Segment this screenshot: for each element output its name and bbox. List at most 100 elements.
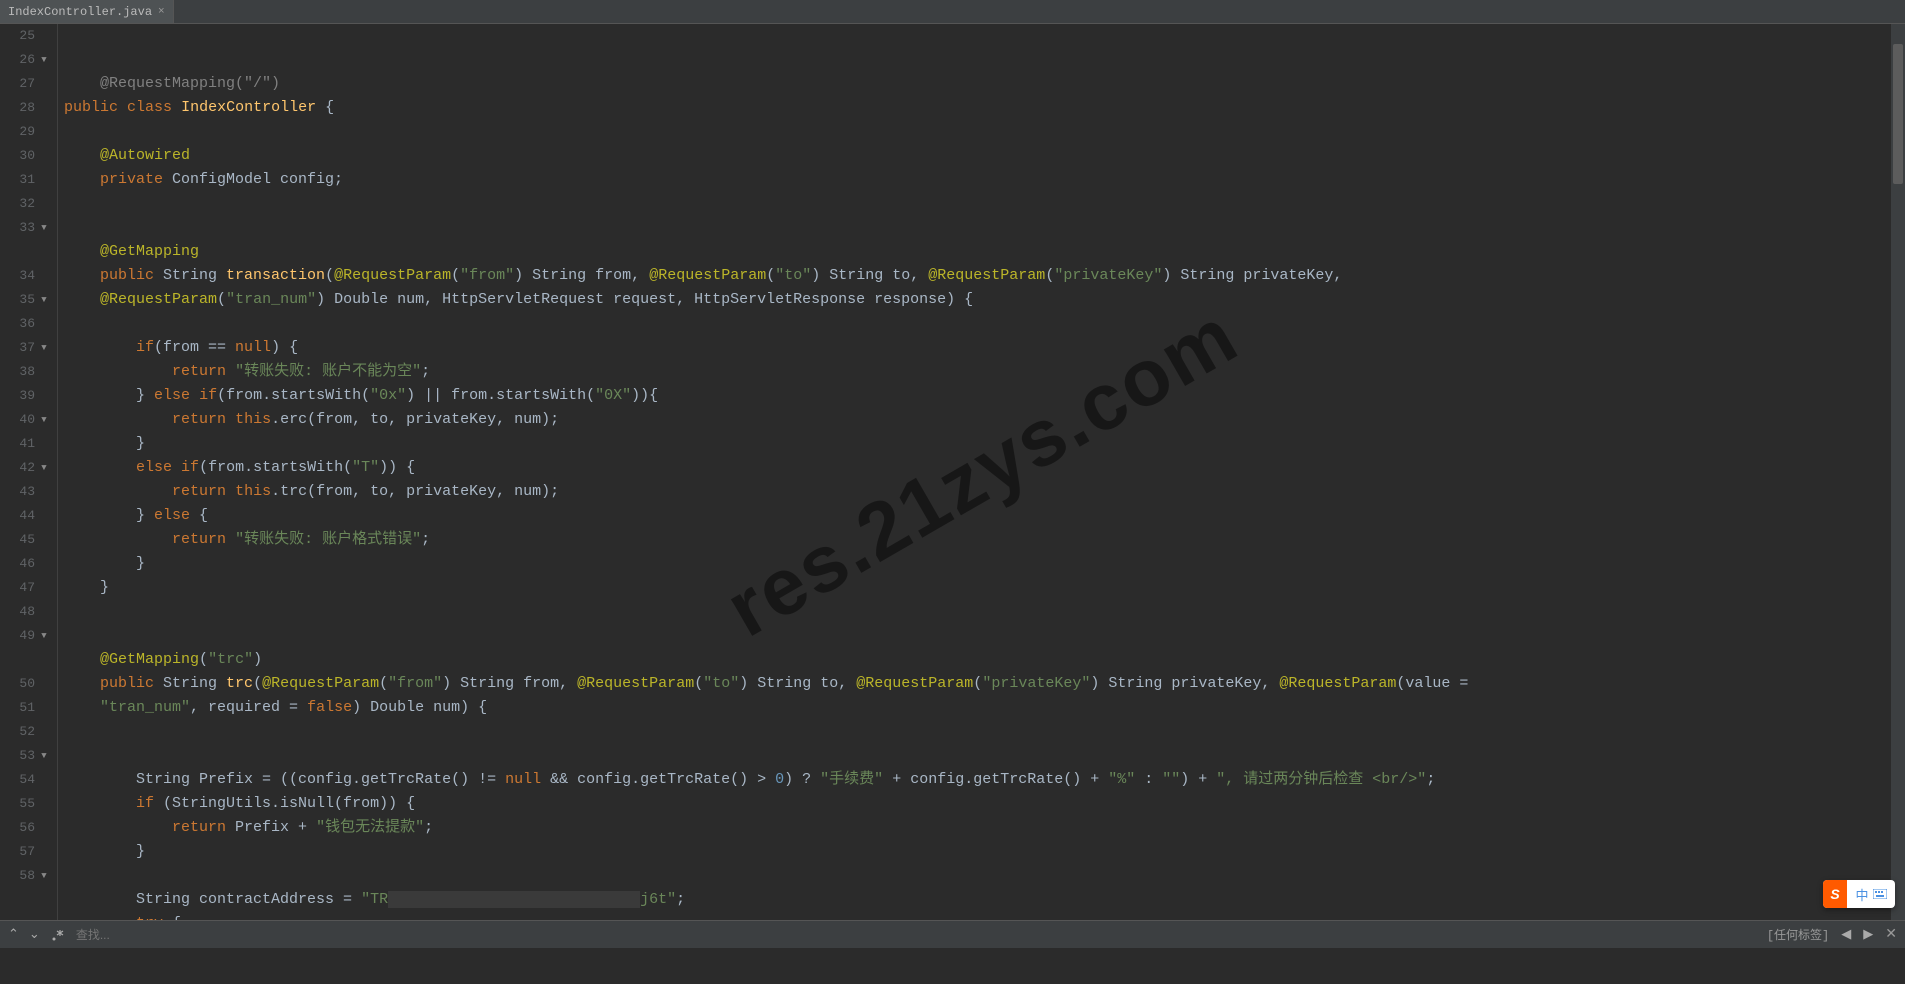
code-line[interactable]: [64, 744, 1905, 768]
code-line[interactable]: return "转账失败: 账户不能为空";: [64, 360, 1905, 384]
close-search-icon[interactable]: ✕: [1885, 926, 1897, 943]
code-line[interactable]: @RequestMapping("/"): [64, 72, 1905, 96]
line-number[interactable]: 30: [0, 144, 49, 168]
line-number[interactable]: 37▼: [0, 336, 49, 360]
line-number[interactable]: 44: [0, 504, 49, 528]
fold-icon[interactable]: ▼: [39, 864, 49, 888]
line-number[interactable]: 32: [0, 192, 49, 216]
line-number[interactable]: 58▼: [0, 864, 49, 888]
code-line[interactable]: public String trc(@RequestParam("from") …: [64, 672, 1905, 696]
line-number[interactable]: 38: [0, 360, 49, 384]
code-line[interactable]: }: [64, 840, 1905, 864]
code-line[interactable]: return this.erc(from, to, privateKey, nu…: [64, 408, 1905, 432]
code-line[interactable]: String Prefix = ((config.getTrcRate() !=…: [64, 768, 1905, 792]
file-tab[interactable]: IndexController.java ×: [0, 0, 174, 23]
code-line[interactable]: }: [64, 552, 1905, 576]
line-number[interactable]: 46: [0, 552, 49, 576]
line-number[interactable]: 31: [0, 168, 49, 192]
code-line[interactable]: @GetMapping("trc"): [64, 648, 1905, 672]
line-number[interactable]: 35▼: [0, 288, 49, 312]
line-number[interactable]: 47: [0, 576, 49, 600]
search-input[interactable]: [76, 928, 1757, 942]
line-number[interactable]: 43: [0, 480, 49, 504]
line-gutter[interactable]: 2526▼27282930313233▼3435▼3637▼383940▼414…: [0, 24, 58, 920]
code-line[interactable]: private ConfigModel config;: [64, 168, 1905, 192]
code-line[interactable]: [64, 312, 1905, 336]
code-line[interactable]: String contractAddress = "TRXXXXXXXXXXXX…: [64, 888, 1905, 912]
code-line[interactable]: [64, 120, 1905, 144]
code-line[interactable]: [64, 864, 1905, 888]
regex-icon[interactable]: [50, 927, 66, 943]
line-number[interactable]: 40▼: [0, 408, 49, 432]
keyboard-icon: [1873, 889, 1887, 899]
line-number[interactable]: 49▼: [0, 624, 49, 648]
fold-icon[interactable]: ▼: [39, 336, 49, 360]
code-line[interactable]: if(from == null) {: [64, 336, 1905, 360]
ime-badge[interactable]: S 中: [1823, 880, 1895, 908]
tab-bar: IndexController.java ×: [0, 0, 1905, 24]
code-line[interactable]: if (StringUtils.isNull(from)) {: [64, 792, 1905, 816]
code-line[interactable]: return this.trc(from, to, privateKey, nu…: [64, 480, 1905, 504]
line-number[interactable]: 28: [0, 96, 49, 120]
line-number[interactable]: 29: [0, 120, 49, 144]
line-number[interactable]: [0, 648, 49, 672]
line-number[interactable]: 41: [0, 432, 49, 456]
line-number[interactable]: 55: [0, 792, 49, 816]
fold-icon[interactable]: ▼: [39, 216, 49, 240]
fold-icon[interactable]: ▼: [39, 288, 49, 312]
code-line[interactable]: @GetMapping: [64, 240, 1905, 264]
prev-icon[interactable]: ◀: [1841, 927, 1851, 942]
line-number[interactable]: 42▼: [0, 456, 49, 480]
line-number[interactable]: [0, 240, 49, 264]
chevron-down-icon[interactable]: ⌄: [29, 927, 40, 942]
fold-icon[interactable]: ▼: [39, 456, 49, 480]
line-number[interactable]: 54: [0, 768, 49, 792]
status-bar: ⌃ ⌄ [任何标签] ◀ ▶ ✕: [0, 920, 1905, 948]
line-number[interactable]: 56: [0, 816, 49, 840]
code-line[interactable]: }: [64, 576, 1905, 600]
code-line[interactable]: [64, 720, 1905, 744]
tab-filename: IndexController.java: [8, 5, 152, 19]
code-line[interactable]: "tran_num", required = false) Double num…: [64, 696, 1905, 720]
fold-icon[interactable]: ▼: [39, 744, 49, 768]
fold-icon[interactable]: ▼: [39, 624, 49, 648]
code-line[interactable]: }: [64, 432, 1905, 456]
scrollbar-thumb[interactable]: [1893, 44, 1903, 184]
scrollbar-track[interactable]: [1891, 24, 1905, 920]
code-line[interactable]: return Prefix + "钱包无法提款";: [64, 816, 1905, 840]
code-line[interactable]: [64, 192, 1905, 216]
line-number[interactable]: 53▼: [0, 744, 49, 768]
line-number[interactable]: 57: [0, 840, 49, 864]
code-line[interactable]: [64, 624, 1905, 648]
line-number[interactable]: 36: [0, 312, 49, 336]
line-number[interactable]: 50: [0, 672, 49, 696]
line-number[interactable]: 39: [0, 384, 49, 408]
chevron-up-icon[interactable]: ⌃: [8, 927, 19, 942]
line-number[interactable]: 48: [0, 600, 49, 624]
next-icon[interactable]: ▶: [1863, 927, 1873, 942]
code-area[interactable]: @RequestMapping("/")public class IndexCo…: [58, 24, 1905, 920]
line-number[interactable]: 33▼: [0, 216, 49, 240]
line-number[interactable]: 25: [0, 24, 49, 48]
code-line[interactable]: public String transaction(@RequestParam(…: [64, 264, 1905, 288]
tag-filter-label[interactable]: [任何标签]: [1767, 926, 1829, 943]
code-line[interactable]: [64, 600, 1905, 624]
code-line[interactable]: else if(from.startsWith("T")) {: [64, 456, 1905, 480]
close-icon[interactable]: ×: [158, 6, 165, 18]
line-number[interactable]: 26▼: [0, 48, 49, 72]
line-number[interactable]: 27: [0, 72, 49, 96]
line-number[interactable]: 45: [0, 528, 49, 552]
fold-icon[interactable]: ▼: [39, 48, 49, 72]
code-line[interactable]: [64, 216, 1905, 240]
code-line[interactable]: @RequestParam("tran_num") Double num, Ht…: [64, 288, 1905, 312]
code-line[interactable]: public class IndexController {: [64, 96, 1905, 120]
line-number[interactable]: 52: [0, 720, 49, 744]
line-number[interactable]: 51: [0, 696, 49, 720]
code-line[interactable]: @Autowired: [64, 144, 1905, 168]
code-line[interactable]: } else if(from.startsWith("0x") || from.…: [64, 384, 1905, 408]
ime-logo: S: [1823, 880, 1847, 908]
line-number[interactable]: 34: [0, 264, 49, 288]
code-line[interactable]: } else {: [64, 504, 1905, 528]
fold-icon[interactable]: ▼: [39, 408, 49, 432]
code-line[interactable]: return "转账失败: 账户格式错误";: [64, 528, 1905, 552]
